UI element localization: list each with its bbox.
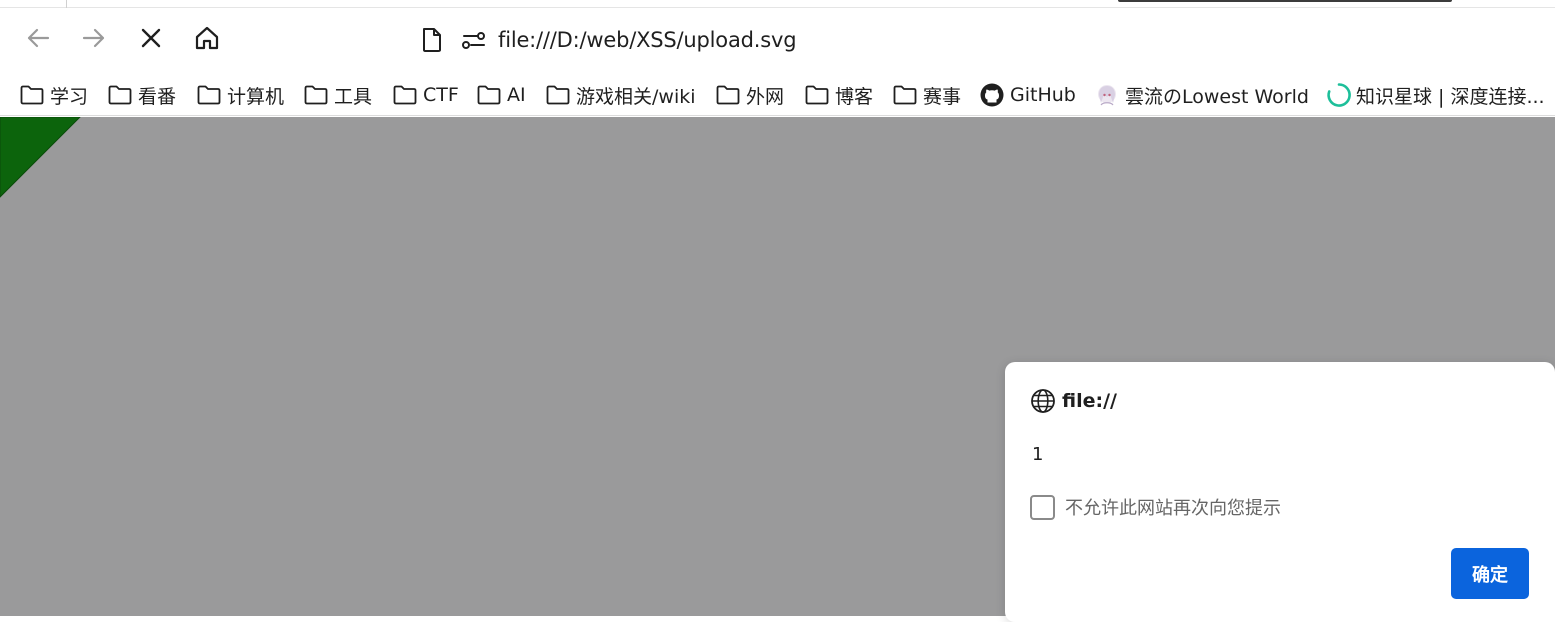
loading-ring-icon	[1326, 83, 1352, 107]
dialog-message: 1	[1032, 444, 1044, 465]
arrow-right-icon	[80, 24, 108, 52]
avatar-icon	[1095, 83, 1121, 107]
folder-icon	[546, 83, 572, 107]
bookmark-folder-ctf[interactable]: CTF	[393, 81, 459, 109]
folder-icon	[108, 83, 134, 107]
folder-icon	[304, 83, 330, 107]
bookmark-label: 知识星球 | 深度连接...	[1356, 85, 1545, 108]
folder-icon	[716, 83, 742, 107]
bookmarks-bar: 学习 看番 计算机 工具 CTF AI 游戏相关/wiki 外网 博客 赛事 G…	[0, 74, 1555, 116]
browser-toolbar: file:///D:/web/XSS/upload.svg	[0, 8, 1555, 74]
bookmark-folder-tools[interactable]: 工具	[304, 81, 372, 109]
bookmark-label: AI	[507, 84, 526, 106]
bookmark-label: 学习	[50, 85, 89, 108]
bookmark-label: 雲流のLowest World	[1125, 85, 1309, 108]
bookmark-folder-events[interactable]: 赛事	[893, 81, 961, 109]
bookmark-folder-computer[interactable]: 计算机	[197, 81, 284, 109]
dialog-origin: file://	[1062, 390, 1117, 412]
bookmark-label: 游戏相关/wiki	[576, 85, 696, 108]
back-button[interactable]	[22, 22, 54, 54]
ok-button[interactable]: 确定	[1451, 548, 1529, 599]
suppress-prompts-checkbox[interactable]	[1030, 494, 1055, 520]
bookmark-label: GitHub	[1010, 84, 1076, 106]
tab-shadow	[1118, 0, 1452, 2]
bookmark-folder-blog[interactable]: 博客	[805, 81, 873, 109]
github-icon	[980, 83, 1006, 107]
bookmark-label: 博客	[835, 85, 874, 108]
suppress-prompts-label[interactable]: 不允许此网站再次向您提示	[1065, 494, 1281, 520]
bookmark-label: 计算机	[227, 85, 285, 108]
home-icon	[193, 24, 221, 52]
folder-icon	[893, 83, 919, 107]
page-icon	[418, 26, 446, 54]
close-icon	[138, 25, 164, 51]
url-text[interactable]: file:///D:/web/XSS/upload.svg	[498, 28, 797, 52]
bookmark-yunliu-blog[interactable]: 雲流のLowest World	[1095, 81, 1309, 109]
folder-icon	[393, 83, 419, 107]
bookmark-folder-study[interactable]: 学习	[20, 81, 88, 109]
bookmark-label: 赛事	[923, 85, 962, 108]
folder-icon	[20, 83, 46, 107]
bookmark-folder-games-wiki[interactable]: 游戏相关/wiki	[546, 81, 696, 109]
alert-dialog: file:// 1 不允许此网站再次向您提示 确定	[1005, 362, 1555, 622]
address-bar[interactable]: file:///D:/web/XSS/upload.svg	[418, 22, 1018, 58]
svg-triangle	[0, 117, 81, 198]
stop-loading-button[interactable]	[135, 22, 167, 54]
tab-strip	[0, 0, 1555, 8]
globe-icon	[1030, 388, 1056, 414]
suppress-prompts-row[interactable]: 不允许此网站再次向您提示	[1030, 494, 1281, 520]
bookmark-label: 工具	[334, 85, 373, 108]
bookmark-github[interactable]: GitHub	[980, 81, 1076, 109]
forward-button[interactable]	[78, 22, 110, 54]
bookmark-label: 看番	[138, 85, 177, 108]
folder-icon	[477, 83, 503, 107]
bookmark-label: 外网	[746, 85, 785, 108]
tab-divider	[66, 0, 67, 8]
bookmark-folder-anime[interactable]: 看番	[108, 81, 176, 109]
bookmark-zhishixingqiu[interactable]: 知识星球 | 深度连接...	[1326, 81, 1545, 109]
bookmark-folder-foreign[interactable]: 外网	[716, 81, 784, 109]
bookmark-folder-ai[interactable]: AI	[477, 81, 526, 109]
arrow-left-icon	[24, 24, 52, 52]
bookmark-label: CTF	[423, 84, 459, 106]
folder-icon	[805, 83, 831, 107]
folder-icon	[197, 83, 223, 107]
dialog-header: file://	[1030, 388, 1117, 414]
site-settings-icon[interactable]	[460, 26, 488, 54]
home-button[interactable]	[191, 22, 223, 54]
